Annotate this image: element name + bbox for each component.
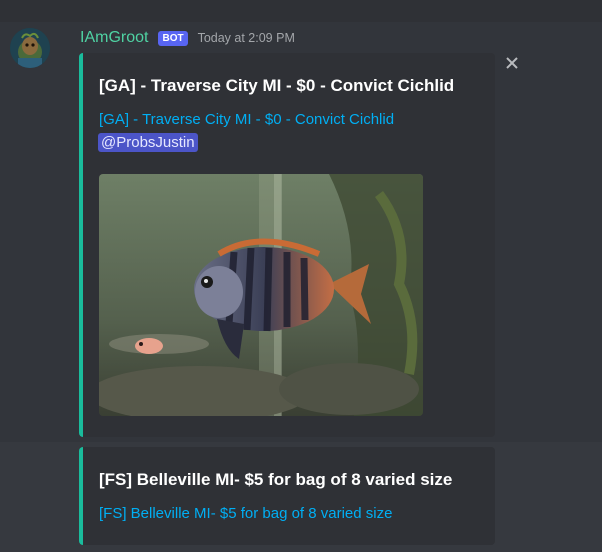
timestamp[interactable]: Today at 2:09 PM: [198, 31, 295, 45]
embed-card: [FS] Belleville MI- $5 for bag of 8 vari…: [79, 447, 495, 545]
embed-title: [FS] Belleville MI- $5 for bag of 8 vari…: [99, 470, 453, 489]
embed-link[interactable]: [FS] Belleville MI- $5 for bag of 8 vari…: [99, 505, 392, 522]
bot-tag: BOT: [158, 30, 188, 46]
embed-card: [GA] - Traverse City MI - $0 - Convict C…: [79, 53, 495, 437]
user-mention[interactable]: @ProbsJustin: [98, 133, 198, 152]
username[interactable]: IAmGroot: [80, 29, 148, 47]
previous-message-strip: [0, 0, 602, 22]
message-header: IAmGroot BOT Today at 2:09 PM: [80, 28, 295, 48]
close-icon[interactable]: [503, 54, 521, 72]
embed-image[interactable]: [99, 174, 423, 416]
avatar[interactable]: [10, 28, 50, 68]
embed-title: [GA] - Traverse City MI - $0 - Convict C…: [99, 76, 455, 95]
embed-link[interactable]: [GA] - Traverse City MI - $0 - Convict C…: [99, 111, 394, 128]
